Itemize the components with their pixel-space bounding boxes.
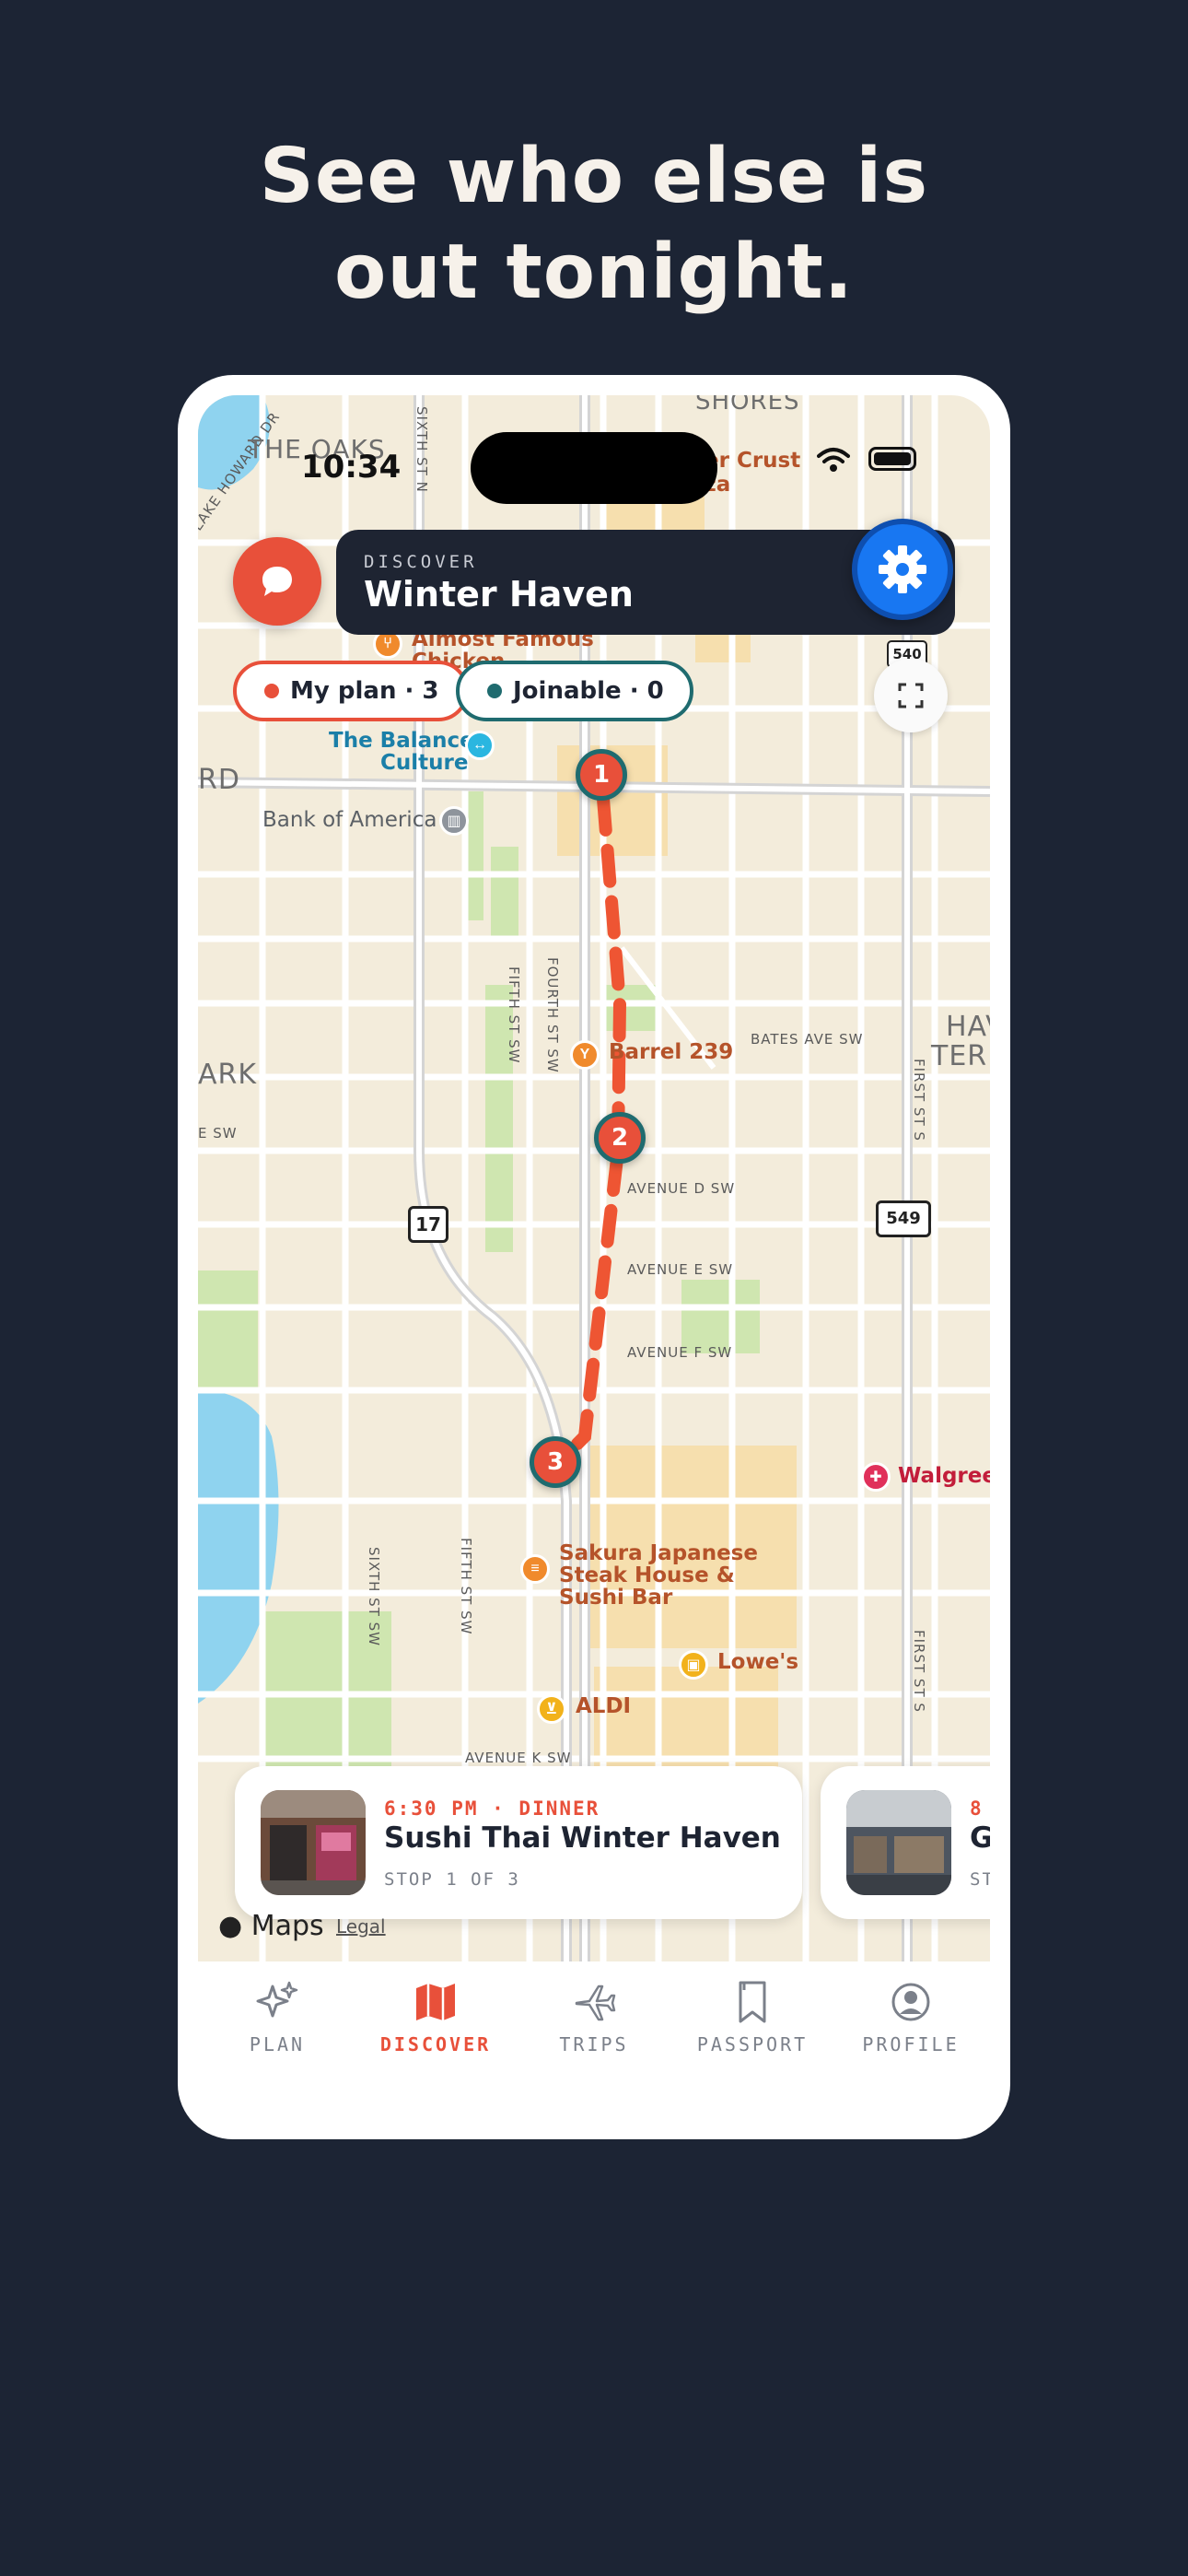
street-label: FIRST ST S	[911, 1059, 927, 1142]
gear-icon	[879, 545, 926, 593]
joinable-chip[interactable]: Joinable · 0	[456, 661, 693, 721]
poi-label: Culture	[380, 751, 469, 775]
street-label: E SW	[198, 1125, 238, 1142]
district-label: ARK	[198, 1059, 258, 1091]
district-label: RD	[198, 764, 240, 796]
bar-pin-icon[interactable]: Y	[570, 1040, 600, 1070]
district-label: HAV	[946, 1011, 990, 1043]
joinable-dot-icon	[487, 684, 502, 698]
battery-icon	[868, 447, 916, 471]
plane-icon	[575, 1985, 616, 2021]
street-label: FIRST ST S	[911, 1630, 927, 1713]
poi-label: Barrel 239	[609, 1040, 734, 1064]
stop-time: 8	[970, 1797, 984, 1820]
district-label: TERR	[931, 1040, 990, 1072]
city-title: Winter Haven	[364, 574, 634, 615]
poi-label: Steak House &	[559, 1563, 735, 1587]
tab-label: TRIPS	[559, 2033, 629, 2055]
bank-pin-icon[interactable]: ▥	[439, 806, 469, 836]
venue-name: Sushi Thai Winter Haven	[384, 1821, 781, 1855]
poi-label: Sushi Bar	[559, 1586, 673, 1610]
street-label: AVENUE K SW	[465, 1750, 572, 1766]
stop-counter: ST	[970, 1869, 990, 1890]
us17-shield: 17	[408, 1206, 448, 1243]
venue-photo	[261, 1790, 366, 1895]
tab-trips[interactable]: TRIPS	[515, 1976, 673, 2055]
sr549-shield: 549	[876, 1200, 931, 1237]
fullscreen-button[interactable]	[874, 659, 948, 732]
headline-line-2: out tonight.	[334, 228, 854, 316]
poi-label: Sakura Japanese	[559, 1541, 758, 1565]
poi-label: er Crust	[705, 449, 801, 473]
map-icon	[416, 1984, 455, 2020]
poi-label: Bank of America	[262, 808, 437, 832]
chat-button[interactable]	[233, 537, 321, 626]
settings-button[interactable]	[852, 519, 953, 620]
app-screen: SIXTH ST N LAKE HOWARD DR FIFTH ST SW FO…	[198, 395, 990, 2119]
pharmacy-pin-icon[interactable]: ✚	[861, 1462, 891, 1492]
sparkles-icon	[256, 1981, 298, 2018]
route-stop-1[interactable]: 1	[576, 749, 627, 801]
my-plan-label: My plan · 3	[290, 677, 439, 705]
stop-card[interactable]: 8 G ST	[821, 1766, 990, 1919]
tab-label: PROFILE	[862, 2033, 960, 2055]
venue-photo	[846, 1790, 951, 1895]
store-pin-icon[interactable]: ▣	[679, 1650, 708, 1680]
fitness-pin-icon[interactable]: ↔	[465, 731, 495, 760]
legal-link[interactable]: Legal	[336, 1915, 386, 1938]
poi-label: Lowe's	[717, 1650, 799, 1674]
tab-profile[interactable]: PROFILE	[832, 1976, 990, 2055]
apple-maps-logo: ● Maps	[218, 1910, 324, 1942]
joinable-label: Joinable · 0	[513, 677, 664, 705]
tab-discover[interactable]: DISCOVER	[356, 1976, 515, 2055]
street-label: FIFTH ST SW	[458, 1538, 474, 1635]
bookmark-icon	[739, 1981, 766, 2023]
tab-label: DISCOVER	[379, 2033, 492, 2055]
street-label: FOURTH ST SW	[544, 957, 561, 1073]
status-time: 10:34	[301, 449, 402, 486]
tab-label: PLAN	[249, 2033, 306, 2055]
grocery-pin-icon[interactable]: ⊻	[537, 1694, 566, 1724]
tab-plan[interactable]: PLAN	[198, 1976, 356, 2055]
street-label: FIFTH ST SW	[506, 966, 522, 1064]
poi-label: ALDI	[576, 1694, 632, 1718]
expand-icon	[898, 683, 924, 708]
stop-counter: STOP 1 OF 3	[384, 1869, 520, 1890]
street-label: SIXTH ST SW	[366, 1547, 382, 1646]
venue-name: G	[970, 1821, 990, 1855]
marketing-headline: See who else is out tonight.	[0, 129, 1188, 321]
street-label: SIXTH ST N	[413, 406, 430, 493]
my-plan-chip[interactable]: My plan · 3	[233, 661, 469, 721]
street-label: AVENUE E SW	[627, 1261, 734, 1278]
dynamic-island	[471, 432, 717, 504]
headline-line-1: See who else is	[259, 133, 929, 220]
apple-logo-icon: ●	[218, 1910, 243, 1942]
tab-passport[interactable]: PASSPORT	[673, 1976, 832, 2055]
chat-bubble-icon	[262, 567, 292, 596]
tab-bar: PLAN DISCOVER TRIPS PASSPORT PROFILE	[198, 1961, 990, 2119]
poi-label: The Balance	[329, 729, 474, 753]
route-stop-2[interactable]: 2	[594, 1112, 646, 1164]
district-label: SHORES	[695, 395, 800, 416]
person-icon	[891, 1983, 930, 2021]
route-stop-3[interactable]: 3	[530, 1436, 581, 1488]
stop-time: 6:30 PM · DINNER	[384, 1797, 600, 1820]
street-label: AVENUE D SW	[627, 1180, 736, 1197]
phone-frame: SIXTH ST N LAKE HOWARD DR FIFTH ST SW FO…	[178, 375, 1010, 2139]
restaurant-pin-icon[interactable]: ≡	[520, 1554, 550, 1584]
stop-card[interactable]: 6:30 PM · DINNER Sushi Thai Winter Haven…	[235, 1766, 802, 1919]
street-label: BATES AVE SW	[751, 1031, 864, 1048]
tab-label: PASSPORT	[696, 2033, 809, 2055]
street-label: AVENUE F SW	[627, 1344, 733, 1361]
header-kicker: DISCOVER	[364, 552, 478, 572]
plan-dot-icon	[264, 684, 279, 698]
poi-label: Walgreens	[898, 1464, 990, 1488]
wifi-icon	[817, 448, 850, 472]
